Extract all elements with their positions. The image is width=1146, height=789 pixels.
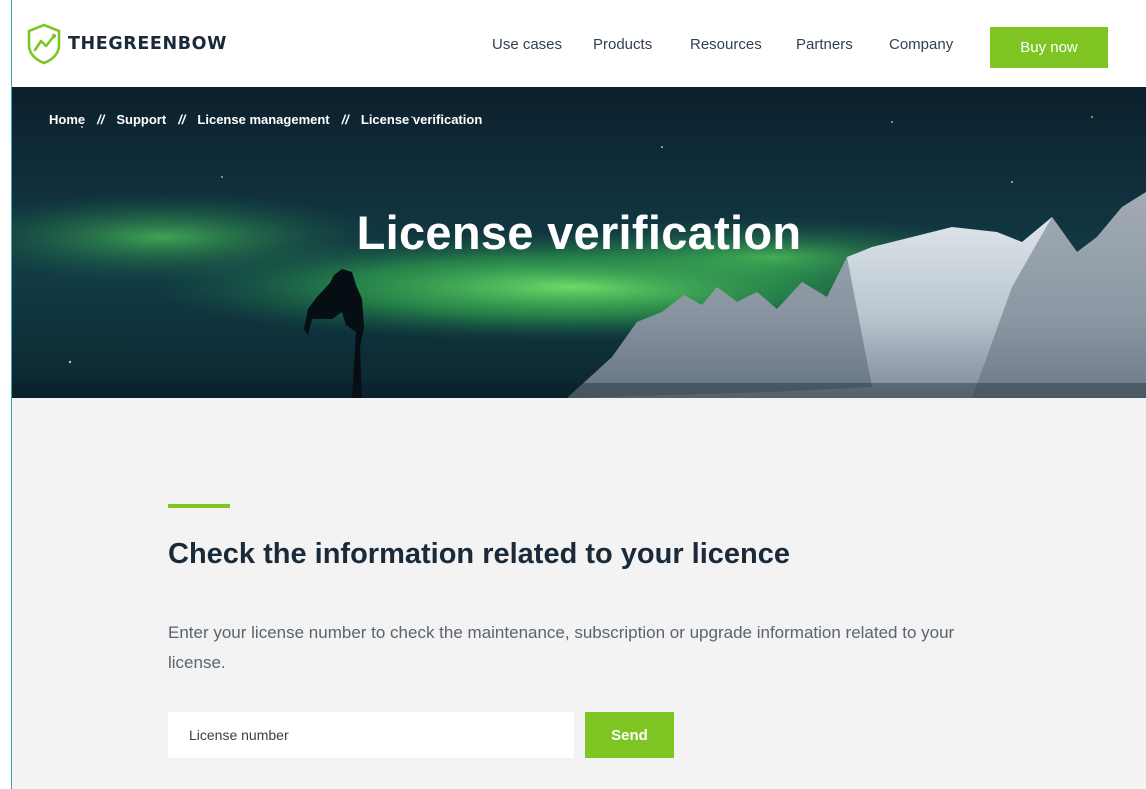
license-check-section: Check the information related to your li…	[12, 398, 1146, 789]
breadcrumb-separator: //	[97, 112, 105, 127]
site-header: THEGREENBOW Use cases Products Resources…	[12, 0, 1146, 87]
heading-accent-line	[168, 504, 230, 508]
buy-now-button[interactable]: Buy now	[990, 27, 1108, 68]
breadcrumb: Home // Support // License management //…	[49, 112, 482, 127]
nav-use-cases[interactable]: Use cases	[492, 36, 562, 53]
breadcrumb-current: License verification	[360, 112, 483, 127]
breadcrumb-support[interactable]: Support	[116, 112, 166, 127]
breadcrumb-license-management[interactable]: License management	[197, 112, 329, 127]
nav-partners[interactable]: Partners	[796, 36, 853, 53]
page-left-border	[11, 0, 12, 789]
license-number-input[interactable]	[168, 712, 574, 758]
breadcrumb-separator: //	[341, 112, 349, 127]
hero-banner: Home // Support // License management //…	[12, 87, 1146, 398]
section-heading: Check the information related to your li…	[168, 538, 791, 570]
nav-resources[interactable]: Resources	[690, 36, 762, 53]
breadcrumb-home[interactable]: Home	[49, 112, 85, 127]
page-title: License verification	[356, 206, 802, 259]
section-description: Enter your license number to check the m…	[168, 623, 955, 672]
breadcrumb-separator: //	[178, 112, 186, 127]
main-nav: Use cases Products Resources Partners Co…	[12, 36, 1146, 58]
nav-products[interactable]: Products	[593, 36, 652, 53]
send-button[interactable]: Send	[585, 712, 674, 758]
nav-company[interactable]: Company	[889, 36, 953, 53]
